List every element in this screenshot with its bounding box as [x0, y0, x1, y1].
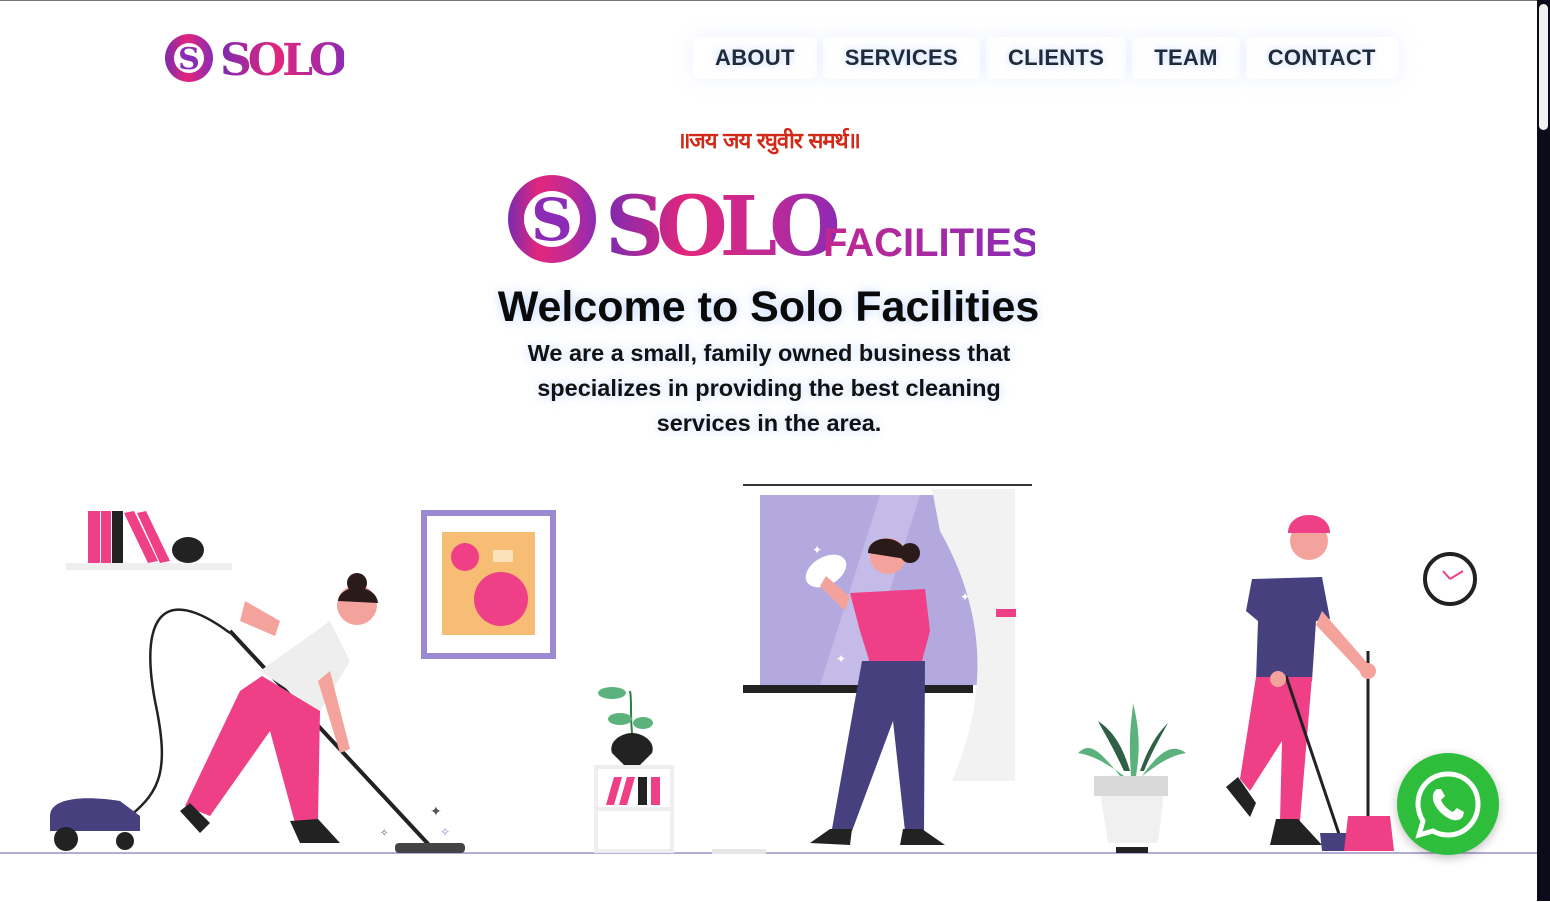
svg-text:✧: ✧ — [380, 828, 388, 839]
blessing-text: ॥जय जय रघुवीर समर्थ॥ — [677, 129, 861, 154]
bookshelf — [66, 511, 232, 570]
whatsapp-button[interactable] — [1397, 753, 1499, 855]
nav-clients[interactable]: CLIENTS — [986, 37, 1126, 79]
svg-text:✦: ✦ — [812, 543, 822, 557]
woman-cleaning-window: ✦ ✦ ✦ — [743, 484, 1032, 845]
woman-vacuuming: ✦ ✧ ✧ — [50, 573, 465, 853]
hero-title: Welcome to Solo Facilities — [497, 283, 1040, 331]
cleaning-illustration: ✦ ✧ ✧ ✦ ✦ ✦ — [0, 484, 1537, 854]
svg-text:✦: ✦ — [836, 652, 846, 666]
wall-picture — [421, 510, 556, 659]
wall-clock — [1423, 552, 1477, 606]
hero-logo: S SOLO FACILITIES — [508, 175, 1035, 271]
svg-text:S: S — [178, 42, 200, 77]
scrollbar-thumb[interactable] — [1539, 4, 1548, 130]
potted-plant — [1078, 703, 1186, 853]
site-logo[interactable]: S SOLO — [162, 31, 344, 85]
nav-services[interactable]: SERVICES — [823, 37, 980, 79]
hero-description: We are a small, family owned business th… — [527, 340, 1011, 436]
nav-contact[interactable]: CONTACT — [1246, 37, 1398, 79]
svg-text:S: S — [531, 186, 573, 254]
hero-logo-wordmark: SOLO — [605, 179, 837, 271]
whatsapp-icon — [1415, 771, 1481, 839]
scrollbar[interactable] — [1537, 0, 1550, 901]
svg-text:✦: ✦ — [430, 803, 442, 819]
man-sweeping — [1226, 515, 1394, 851]
nav-about[interactable]: ABOUT — [693, 37, 817, 79]
svg-text:✦: ✦ — [960, 590, 970, 604]
plant-stand — [594, 687, 766, 854]
nav-team[interactable]: TEAM — [1132, 37, 1240, 79]
page: S SOLO ABOUT SERVICES CLIENTS TEAM CONTA… — [0, 0, 1537, 902]
hero-logo-suffix: FACILITIES — [823, 221, 1035, 265]
svg-text:SOLO: SOLO — [220, 35, 344, 85]
main-nav: ABOUT SERVICES CLIENTS TEAM CONTACT — [690, 37, 1401, 79]
svg-text:✧: ✧ — [440, 825, 450, 839]
